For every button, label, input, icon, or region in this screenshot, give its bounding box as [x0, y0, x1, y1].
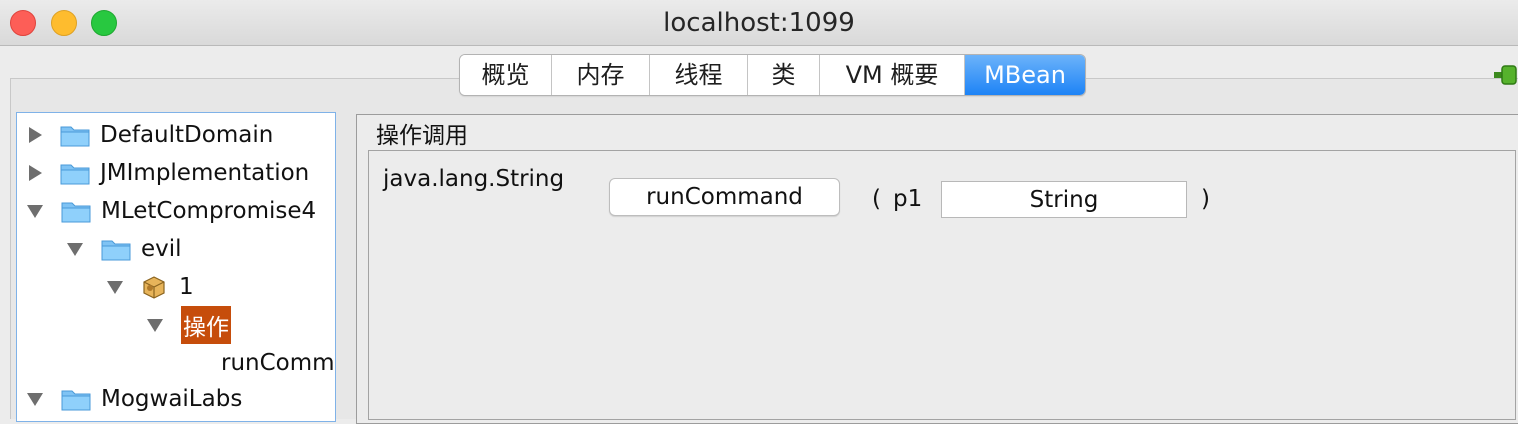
close-paren: )	[1201, 186, 1210, 212]
tree-node-1[interactable]: 1	[107, 270, 194, 304]
folder-icon	[61, 202, 91, 223]
tab-vm-summary[interactable]: VM 概要	[820, 55, 965, 95]
collapsed-arrow-icon[interactable]	[29, 127, 42, 143]
tree-node-operations[interactable]: 操作	[147, 306, 231, 344]
tab-overview[interactable]: 概览	[460, 55, 552, 95]
folder-icon	[60, 126, 90, 147]
mbean-bean-icon	[143, 276, 165, 299]
tree-node-evil[interactable]: evil	[67, 232, 182, 266]
open-paren: (	[872, 186, 881, 212]
folder-icon	[61, 390, 91, 411]
tab-memory[interactable]: 内存	[552, 55, 650, 95]
collapsed-arrow-icon[interactable]	[29, 165, 42, 181]
tree-node-runcommand[interactable]: runComm	[221, 346, 335, 380]
return-type-label: java.lang.String	[383, 166, 565, 192]
mbean-tree[interactable]: DefaultDomain JMImplementation MLetCompr…	[16, 112, 336, 422]
connection-plug-icon[interactable]	[1494, 64, 1518, 86]
param-p1-input[interactable]	[941, 181, 1187, 218]
window-title: localhost:1099	[663, 8, 855, 38]
expanded-arrow-icon[interactable]	[147, 318, 163, 332]
title-bar: localhost:1099	[0, 0, 1518, 46]
tab-mbean[interactable]: MBean	[965, 55, 1085, 95]
expanded-arrow-icon[interactable]	[27, 392, 43, 406]
tree-node-jmimplementation[interactable]: JMImplementation	[29, 156, 309, 190]
folder-icon	[60, 164, 90, 185]
run-command-button[interactable]: runCommand	[609, 178, 840, 216]
tab-bar: 概览 内存 线程 类 VM 概要 MBean	[459, 54, 1086, 96]
tab-classes[interactable]: 类	[748, 55, 820, 95]
tree-node-defaultdomain[interactable]: DefaultDomain	[29, 118, 273, 152]
expanded-arrow-icon[interactable]	[107, 280, 123, 294]
operation-panel-title: 操作调用	[372, 116, 472, 150]
expanded-arrow-icon[interactable]	[27, 204, 43, 218]
param-name-label: p1	[893, 186, 923, 212]
folder-icon	[101, 240, 131, 261]
tree-node-mogwailabs[interactable]: MogwaiLabs	[27, 382, 242, 416]
tab-threads[interactable]: 线程	[650, 55, 748, 95]
expanded-arrow-icon[interactable]	[67, 242, 83, 256]
tree-node-mletcompromise4[interactable]: MLetCompromise4	[27, 194, 316, 228]
